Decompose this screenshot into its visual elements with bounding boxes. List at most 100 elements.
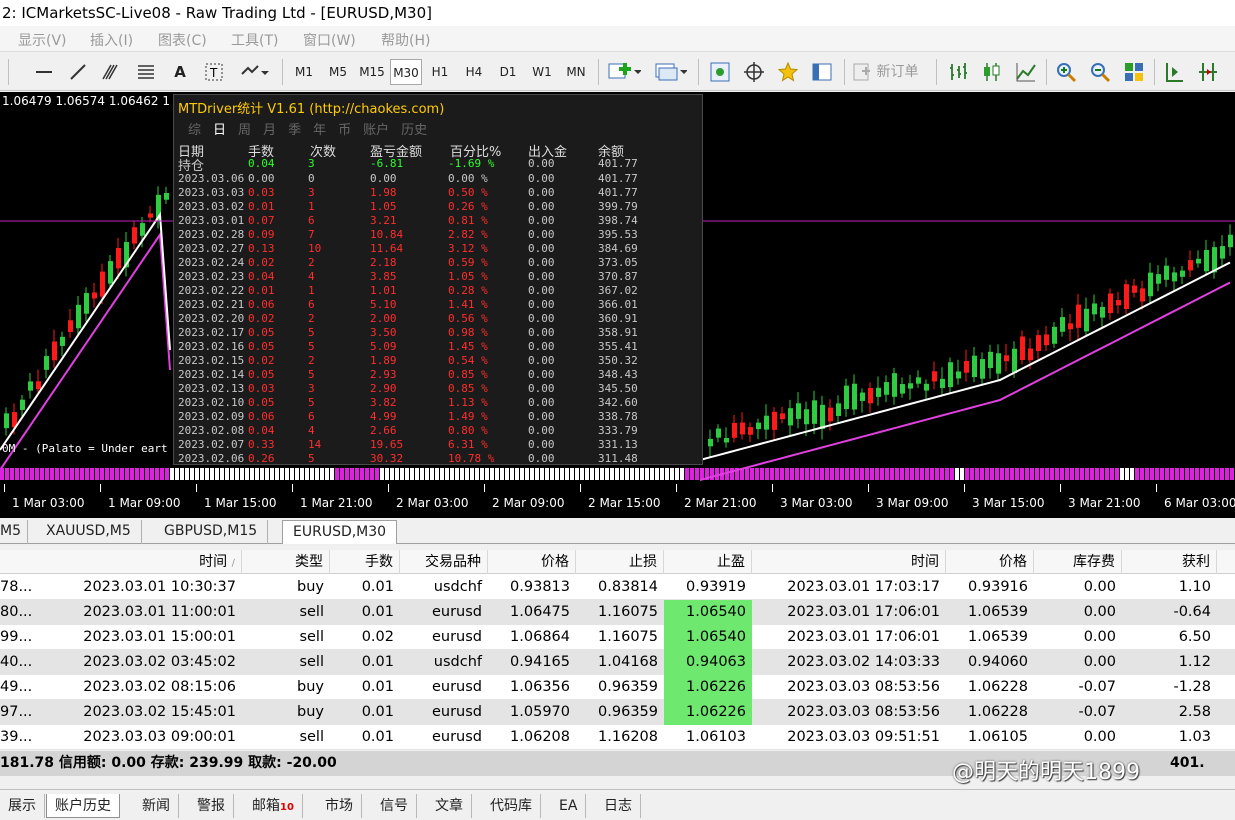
stats-tab-currency[interactable]: 币	[338, 119, 351, 138]
stats-tab-daily[interactable]: 日	[213, 119, 226, 138]
tab-experts[interactable]: EA	[551, 794, 587, 818]
tab-code-base[interactable]: 代码库	[482, 794, 541, 818]
stats-tab-history[interactable]: 历史	[401, 119, 427, 138]
fibonacci-icon[interactable]	[98, 59, 126, 85]
timeframe-m1[interactable]: M1	[288, 59, 320, 85]
column-header-lots[interactable]: 手数	[330, 550, 400, 574]
horizontal-line-icon[interactable]	[30, 59, 58, 85]
new-order-button[interactable]: 新订单	[852, 59, 928, 85]
chart-tab[interactable]: XAUUSD,M5	[36, 520, 142, 544]
trendline-icon[interactable]	[64, 59, 92, 85]
stats-tab-monthly[interactable]: 月	[263, 119, 276, 138]
column-header-symbol[interactable]: 交易品种	[400, 550, 488, 574]
timeframe-m15[interactable]: M15	[356, 59, 388, 85]
timeframe-d1[interactable]: D1	[492, 59, 524, 85]
table-row[interactable]: 99... 2023.03.01 15:00:01 sell 0.02 eurusd 1.…	[0, 625, 1235, 650]
timeframe-mn[interactable]: MN	[560, 59, 592, 85]
table-cell-close-price: 1.06539	[968, 604, 1028, 620]
crosshair-icon[interactable]	[740, 59, 768, 85]
column-header-swap[interactable]: 库存费	[1034, 550, 1122, 574]
tab-exposure[interactable]: 展示	[0, 794, 45, 818]
timeframe-m30[interactable]: M30	[390, 59, 422, 85]
indicator-strip-segment	[1050, 468, 1054, 480]
stats-tab-quarterly[interactable]: 季	[288, 119, 301, 138]
stats-tab-account[interactable]: 账户	[363, 119, 389, 138]
chart-tab[interactable]: GBPUSD,M15	[154, 520, 269, 544]
tab-news[interactable]: 新闻	[134, 794, 179, 818]
tab-signals[interactable]: 信号	[372, 794, 417, 818]
x-tick-label: 3 Mar 21:00	[1068, 496, 1141, 510]
candle-body	[1084, 308, 1089, 332]
navigator-icon[interactable]	[808, 59, 836, 85]
indicator-strip-segment	[645, 468, 649, 480]
chart-shift-icon[interactable]	[1160, 59, 1188, 85]
profiles-icon[interactable]	[650, 59, 690, 85]
stats-tab-yearly[interactable]: 年	[313, 119, 326, 138]
table-row[interactable]: 49... 2023.03.02 08:15:06 buy 0.01 eurusd 1.0…	[0, 675, 1235, 700]
tab-journal[interactable]: 日志	[596, 794, 641, 818]
menu-insert[interactable]: 插入(I)	[90, 30, 133, 50]
timeframe-m5[interactable]: M5	[322, 59, 354, 85]
chart-tab-active[interactable]: EURUSD,M30	[282, 520, 398, 544]
market-watch-icon[interactable]	[706, 59, 734, 85]
tab-articles[interactable]: 文章	[427, 794, 472, 818]
stats-cell-pct: 0.00 %	[448, 172, 488, 185]
timeframe-h1[interactable]: H1	[424, 59, 456, 85]
candle-body	[788, 408, 793, 426]
column-header-tp[interactable]: 止盈	[664, 550, 752, 574]
timeframe-w1[interactable]: W1	[526, 59, 558, 85]
tile-windows-icon[interactable]	[1120, 59, 1148, 85]
tab-alerts[interactable]: 警报	[189, 794, 234, 818]
column-header-profit[interactable]: 获利	[1122, 550, 1217, 574]
indicator-strip-segment	[305, 468, 309, 480]
tab-account-history[interactable]: 账户历史	[46, 794, 120, 818]
menu-view[interactable]: 显示(V)	[18, 30, 67, 50]
stats-cell-count: 3	[308, 186, 315, 199]
column-header-sl[interactable]: 止损	[576, 550, 664, 574]
candlestick-chart-icon[interactable]	[978, 59, 1006, 85]
menu-window[interactable]: 窗口(W)	[303, 30, 356, 50]
indicator-strip-segment	[475, 468, 479, 480]
toolbar-separator	[1154, 59, 1155, 85]
text-icon[interactable]: A	[168, 59, 192, 85]
table-row[interactable]: 40... 2023.03.02 03:45:02 sell 0.01 usdchf 0.…	[0, 650, 1235, 675]
line-chart-icon[interactable]	[1012, 59, 1040, 85]
table-cell-profit: 2.58	[1178, 704, 1211, 720]
zoom-in-icon[interactable]	[1052, 59, 1080, 85]
zoom-out-icon[interactable]	[1086, 59, 1114, 85]
menu-tools[interactable]: 工具(T)	[231, 30, 278, 50]
indicator-strip-segment	[360, 468, 364, 480]
stats-cell-count: 1	[308, 284, 315, 297]
tab-mailbox[interactable]: 邮箱10	[244, 794, 303, 818]
text-label-icon[interactable]: T	[200, 59, 228, 85]
indicator-strip-segment	[620, 468, 624, 480]
menu-help[interactable]: 帮助(H)	[381, 30, 430, 50]
menu-chart[interactable]: 图表(C)	[158, 30, 207, 50]
favorites-icon[interactable]	[774, 59, 802, 85]
channel-icon[interactable]	[132, 59, 160, 85]
stats-tab-weekly[interactable]: 周	[238, 119, 251, 138]
bar-chart-icon[interactable]	[944, 59, 972, 85]
candle-body	[1148, 272, 1153, 297]
column-header-close-price[interactable]: 价格	[946, 550, 1034, 574]
timeframe-h4[interactable]: H4	[458, 59, 490, 85]
column-header-open-time[interactable]: 时间 ∕	[0, 550, 242, 574]
stats-cell-balance: 366.01	[598, 298, 638, 311]
table-row[interactable]: 78... 2023.03.01 10:30:37 buy 0.01 usdchf 0.9…	[0, 575, 1235, 600]
tab-market[interactable]: 市场	[317, 794, 362, 818]
column-header-type[interactable]: 类型	[242, 550, 330, 574]
column-header-close-time[interactable]: 时间	[752, 550, 946, 574]
stats-tab-summary[interactable]: 综	[188, 119, 201, 138]
column-header-price[interactable]: 价格	[488, 550, 576, 574]
table-row[interactable]: 97... 2023.03.02 15:45:01 buy 0.01 eurusd 1.0…	[0, 700, 1235, 725]
stats-cell-inout: 0.00	[528, 382, 555, 395]
stats-cell-date: 2023.02.22	[178, 284, 245, 297]
table-row[interactable]: 39... 2023.03.03 09:00:01 sell 0.01 eurusd 1.…	[0, 725, 1235, 750]
indicator-strip-segment	[380, 468, 384, 480]
new-chart-icon[interactable]	[604, 59, 644, 85]
arrows-icon[interactable]	[236, 59, 272, 85]
table-row[interactable]: 80... 2023.03.01 11:00:01 sell 0.01 eurusd 1.…	[0, 600, 1235, 625]
chart-tab[interactable]: M5	[0, 520, 28, 544]
autoscroll-icon[interactable]	[1194, 59, 1222, 85]
indicator-strip-segment	[1065, 468, 1069, 480]
